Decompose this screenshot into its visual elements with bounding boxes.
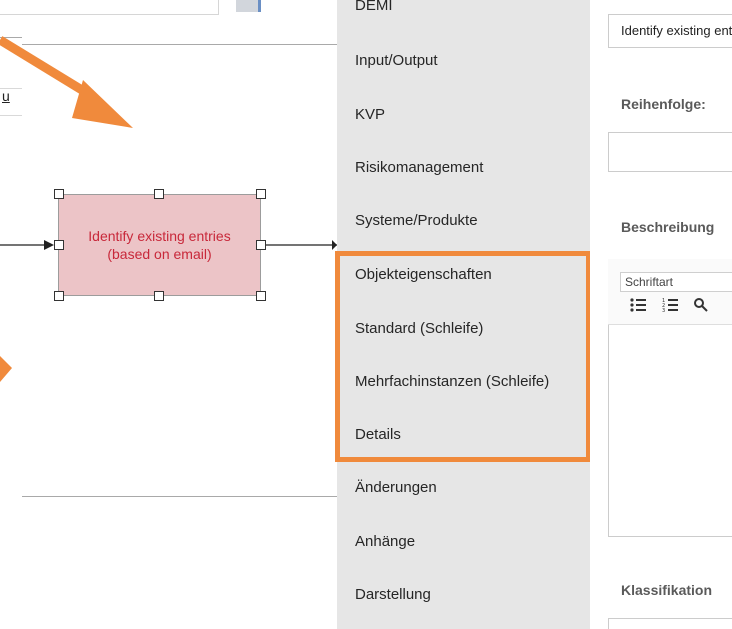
order-label: Reihenfolge: [621, 96, 706, 112]
classification-field[interactable] [608, 618, 732, 629]
resize-handle-n[interactable] [154, 189, 164, 199]
incoming-arrowhead [44, 240, 54, 250]
menu-item-demi[interactable]: DEMI [355, 0, 393, 14]
task-label-line-1: Identify existing entries [88, 228, 231, 244]
menu-item-anhaenge[interactable]: Anhänge [355, 533, 415, 550]
font-family-select[interactable]: Schriftart [620, 272, 732, 292]
menu-item-risikomanagement[interactable]: Risikomanagement [355, 159, 483, 176]
svg-text:3: 3 [662, 308, 665, 313]
numbered-list-icon[interactable]: 123 [662, 297, 678, 318]
bulleted-list-icon[interactable] [630, 297, 646, 318]
highlight-box [335, 251, 591, 462]
resize-handle-sw[interactable] [54, 291, 64, 301]
resize-handle-e[interactable] [256, 240, 266, 250]
menu-item-systeme-produkte[interactable]: Systeme/Produkte [355, 212, 478, 229]
menu-item-aenderungen[interactable]: Änderungen [355, 479, 437, 496]
annotation-arrow-head [72, 80, 133, 128]
link-icon[interactable] [694, 297, 710, 318]
font-family-placeholder: Schriftart [625, 275, 674, 289]
menu-item-darstellung[interactable]: Darstellung [355, 586, 431, 603]
name-field-value: Identify existing entries [621, 23, 732, 38]
task-label-line-2: (based on email) [107, 246, 212, 262]
annotation-arrow-fragment [0, 356, 12, 382]
description-label: Beschreibung [621, 219, 715, 235]
order-field[interactable] [608, 132, 732, 172]
flow-lines [0, 36, 337, 382]
resize-handle-s[interactable] [154, 291, 164, 301]
classification-label: Klassifikation [621, 582, 713, 598]
resize-handle-w[interactable] [54, 240, 64, 250]
properties-panel: Identify existing entries Reihenfolge: B… [590, 0, 732, 629]
menu-item-kvp[interactable]: KVP [355, 106, 385, 123]
resize-handle-nw[interactable] [54, 189, 64, 199]
menu-item-input-output[interactable]: Input/Output [355, 52, 438, 69]
task-label: Identify existing entries (based on emai… [62, 227, 258, 263]
task-shape[interactable]: Identify existing entries (based on emai… [58, 194, 261, 296]
process-canvas[interactable]: u Identify existing entries (based on em… [0, 0, 337, 629]
resize-handle-se[interactable] [256, 291, 266, 301]
resize-handle-ne[interactable] [256, 189, 266, 199]
